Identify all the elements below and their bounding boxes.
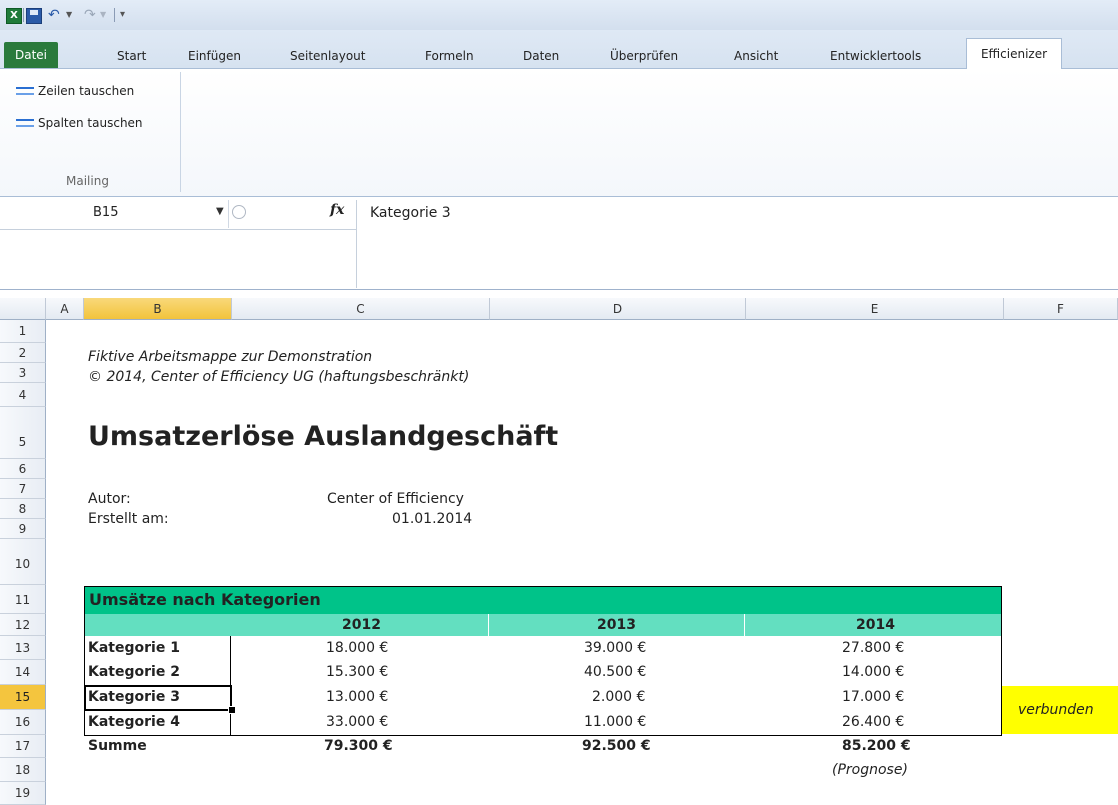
save-icon[interactable] (26, 8, 42, 24)
column-header-c[interactable]: C (232, 298, 490, 320)
sheet-copyright: © 2014, Center of Efficiency UG (haftung… (88, 369, 470, 385)
ribbon-group-label: Mailing (66, 174, 109, 188)
row-header[interactable]: 12 (0, 614, 46, 636)
row-header[interactable]: 3 (0, 363, 46, 383)
name-box-dropdown-icon[interactable]: ▼ (216, 206, 224, 217)
row-header[interactable]: 8 (0, 499, 46, 519)
row-header[interactable]: 11 (0, 585, 46, 614)
row-header[interactable]: 13 (0, 636, 46, 660)
zeilen-tauschen-label: Zeilen tauschen (38, 84, 135, 98)
row-header[interactable]: 14 (0, 660, 46, 685)
customize-qat-icon[interactable]: ▾ (120, 8, 125, 22)
tab-start[interactable]: Start (117, 46, 146, 66)
tab-efficienizer[interactable]: Efficienizer (966, 38, 1062, 70)
row-header[interactable]: 7 (0, 479, 46, 499)
tab-daten[interactable]: Daten (523, 46, 559, 66)
row-header[interactable]: 17 (0, 735, 46, 758)
created-label: Erstellt am: (88, 511, 169, 527)
column-header-e[interactable]: E (746, 298, 1004, 320)
column-header-b[interactable]: B (84, 298, 232, 320)
sum-label: Summe (88, 738, 147, 754)
author-value: Center of Efficiency (327, 491, 464, 507)
sheet-subtitle: Fiktive Arbeitsmappe zur Demonstration (88, 349, 373, 365)
forecast-note: (Prognose) (832, 762, 908, 778)
title-bar: X ↶ ▼ ↷ ▼ ▾ (0, 0, 1118, 30)
tab-formeln[interactable]: Formeln (425, 46, 474, 66)
author-label: Autor: (88, 491, 131, 507)
tab-entwicklertools[interactable]: Entwicklertools (830, 46, 921, 66)
tab-ueberpruefen[interactable]: Überprüfen (610, 46, 678, 66)
excel-logo-icon[interactable]: X (6, 8, 22, 24)
undo-icon[interactable]: ↶ (48, 8, 60, 22)
tab-ansicht[interactable]: Ansicht (734, 46, 778, 66)
tab-seitenlayout[interactable]: Seitenlayout (290, 46, 365, 66)
row-header[interactable]: 6 (0, 459, 46, 479)
ribbon-tabs: Datei Start Einfügen Seitenlayout Formel… (0, 30, 1118, 70)
row-header[interactable]: 2 (0, 343, 46, 363)
row-header[interactable]: 18 (0, 758, 46, 782)
formula-bar-divider (0, 229, 356, 230)
column-header-d[interactable]: D (490, 298, 746, 320)
formula-bar-resize-icon[interactable] (232, 205, 246, 219)
formula-input[interactable]: Kategorie 3 (370, 205, 451, 221)
select-all-button[interactable] (0, 298, 46, 320)
sum-value[interactable]: 92.500 € (582, 738, 651, 754)
sum-value[interactable]: 85.200 € (842, 738, 911, 754)
created-value: 01.01.2014 (392, 511, 473, 527)
row-header[interactable]: 4 (0, 383, 46, 407)
sum-value[interactable]: 79.300 € (324, 738, 393, 754)
insert-function-icon[interactable]: fx (330, 202, 344, 218)
spalten-tauschen-button[interactable]: Spalten tauschen (16, 113, 143, 133)
qat-separator (114, 8, 115, 22)
ribbon-panel: Zeilen tauschen Spalten tauschen (0, 69, 1118, 197)
page-title: Umsatzerlöse Auslandgeschäft (88, 421, 559, 452)
row-header[interactable]: 9 (0, 519, 46, 539)
redo-dropdown-icon[interactable]: ▼ (100, 8, 106, 22)
qat-separator (23, 8, 24, 22)
spalten-tauschen-label: Spalten tauschen (38, 116, 143, 130)
undo-dropdown-icon[interactable]: ▼ (66, 8, 72, 22)
row-header[interactable]: 19 (0, 782, 46, 805)
row-header[interactable]: 1 (0, 320, 46, 343)
tab-datei[interactable]: Datei (4, 42, 58, 68)
redo-icon[interactable]: ↷ (84, 8, 96, 22)
active-cell-border (84, 685, 232, 711)
zeilen-tauschen-button[interactable]: Zeilen tauschen (16, 81, 134, 101)
fill-handle[interactable] (228, 706, 236, 714)
swap-columns-icon (16, 117, 34, 129)
column-header-a[interactable]: A (46, 298, 84, 320)
column-header-f[interactable]: F (1004, 298, 1118, 320)
ribbon-group-separator (180, 72, 181, 192)
row-header[interactable]: 10 (0, 539, 46, 585)
formula-bar-separator (356, 200, 357, 288)
merged-cell-label: verbunden (1018, 702, 1094, 718)
row-header[interactable]: 5 (0, 407, 46, 459)
name-box-value: B15 (93, 205, 119, 220)
row-header-selected[interactable]: 15 (0, 685, 46, 710)
row-header[interactable]: 16 (0, 710, 46, 735)
swap-rows-icon (16, 85, 34, 97)
tab-einfuegen[interactable]: Einfügen (188, 46, 241, 66)
